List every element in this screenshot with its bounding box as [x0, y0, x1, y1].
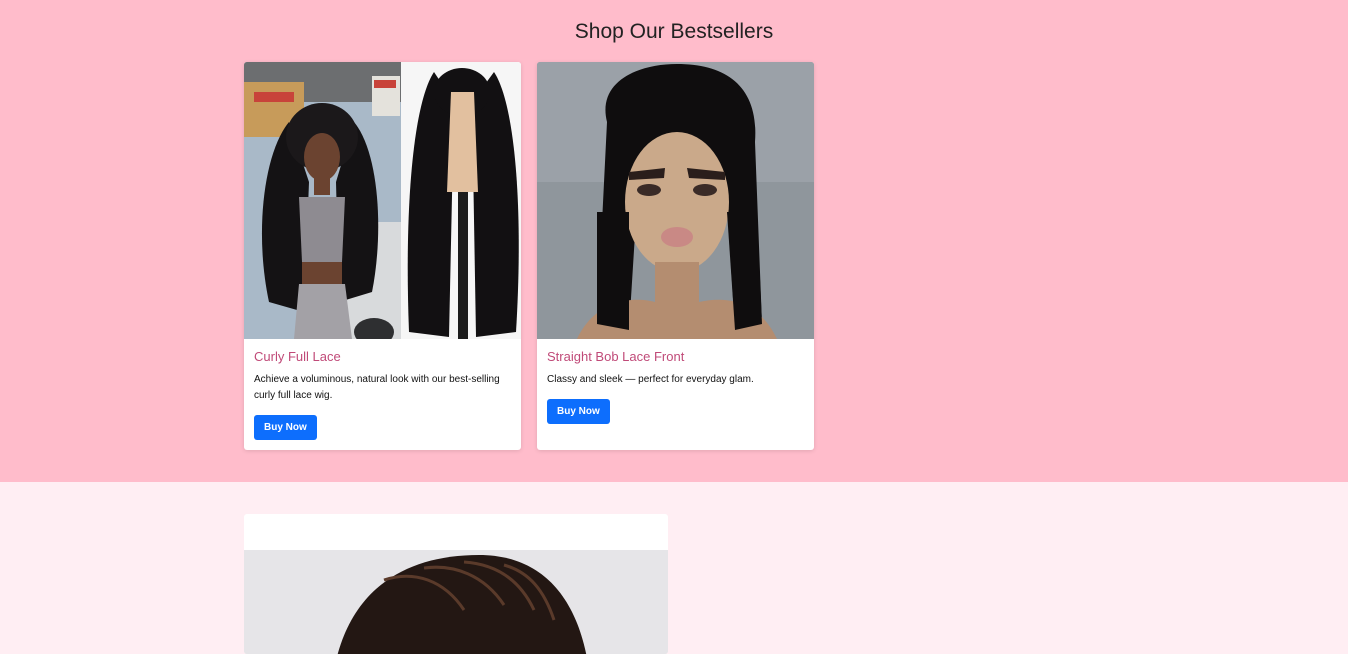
- bestsellers-section: Shop Our Bestsellers Curly Full Lace Ach…: [0, 0, 1348, 482]
- product-image-straight-bob-lace-front[interactable]: [537, 62, 814, 339]
- buy-now-button[interactable]: Buy Now: [254, 415, 317, 440]
- product-image-curly-full-lace[interactable]: [244, 62, 521, 339]
- featured-image-braided-hairstyle[interactable]: [244, 550, 668, 654]
- product-card-curly-full-lace: Curly Full Lace Achieve a voluminous, na…: [244, 62, 521, 450]
- product-title: Straight Bob Lace Front: [547, 349, 685, 364]
- section-title: Shop Our Bestsellers: [574, 20, 774, 43]
- product-description: Achieve a voluminous, natural look with …: [254, 374, 500, 401]
- product-title: Curly Full Lace: [254, 349, 341, 364]
- product-description: Classy and sleek — perfect for everyday …: [547, 374, 754, 385]
- buy-now-button[interactable]: Buy Now: [547, 399, 610, 424]
- featured-card: [244, 514, 668, 654]
- product-card-straight-bob-lace-front: Straight Bob Lace Front Classy and sleek…: [537, 62, 814, 450]
